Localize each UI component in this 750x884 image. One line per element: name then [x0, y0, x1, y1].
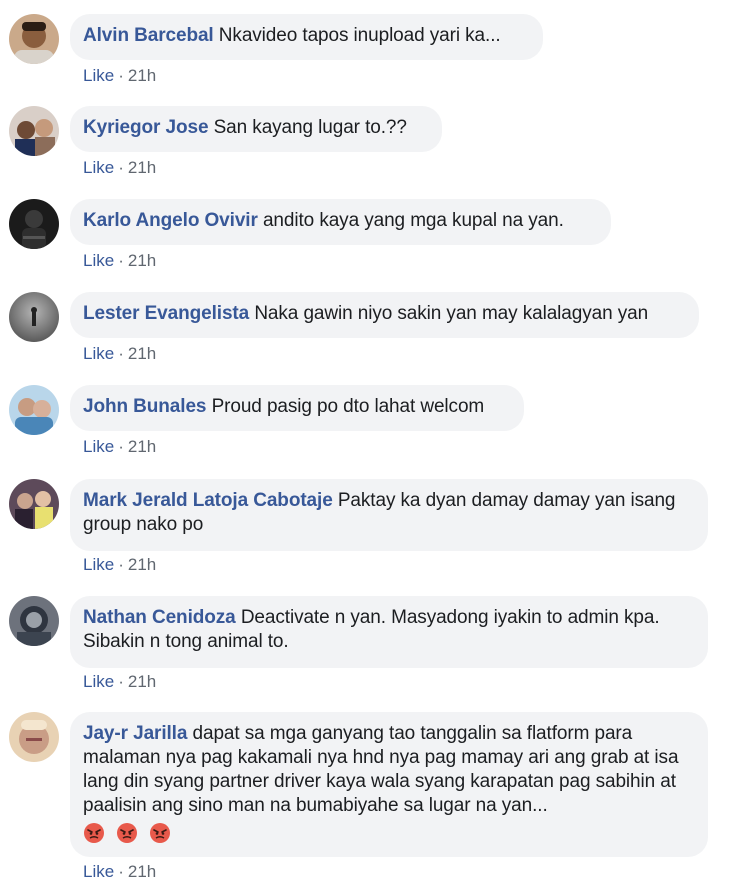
comment-timestamp[interactable]: 21h: [128, 158, 156, 177]
comment: Karlo Angelo Ovivir andito kaya yang mga…: [0, 185, 750, 278]
comment-text: Nkavideo tapos inupload yari ka...: [218, 25, 501, 46]
comment-text: San kayang lugar to.??: [213, 117, 407, 138]
avatar[interactable]: [9, 712, 59, 762]
comment-bubble: Alvin Barcebal Nkavideo tapos inupload y…: [70, 14, 543, 60]
comment-bubble: Mark Jerald Latoja Cabotaje Paktay ka dy…: [70, 479, 708, 551]
comment: Jay-r Jarilla dapat sa mga ganyang tao t…: [0, 700, 750, 884]
like-link[interactable]: Like: [83, 66, 114, 85]
comment-timestamp[interactable]: 21h: [128, 66, 156, 85]
comment-actions: Like · 21h: [83, 672, 156, 692]
comment-actions: Like · 21h: [83, 437, 156, 457]
avatar[interactable]: [9, 292, 59, 342]
comment-timestamp[interactable]: 21h: [128, 251, 156, 270]
comment-text: Naka gawin niyo sakin yan may kalalagyan…: [254, 303, 649, 324]
emoji-row: [83, 820, 694, 846]
comment: Alvin Barcebal Nkavideo tapos inupload y…: [0, 0, 750, 92]
comment-bubble: Karlo Angelo Ovivir andito kaya yang mga…: [70, 199, 611, 245]
comment: Lester Evangelista Naka gawin niyo sakin…: [0, 278, 750, 371]
comment-timestamp[interactable]: 21h: [128, 344, 156, 363]
angry-face-emoji: [150, 823, 171, 843]
comment-author[interactable]: John Bunales: [83, 396, 206, 417]
comment-bubble: Nathan Cenidoza Deactivate n yan. Masyad…: [70, 596, 708, 668]
comment-bubble: Jay-r Jarilla dapat sa mga ganyang tao t…: [70, 712, 708, 857]
comment-bubble: John Bunales Proud pasig po dto lahat we…: [70, 385, 524, 431]
like-link[interactable]: Like: [83, 437, 114, 456]
comment-author[interactable]: Nathan Cenidoza: [83, 607, 236, 628]
like-link[interactable]: Like: [83, 251, 114, 270]
comment-author[interactable]: Lester Evangelista: [83, 303, 249, 324]
comment-actions: Like · 21h: [83, 251, 156, 271]
separator: ·: [118, 344, 124, 363]
avatar[interactable]: [9, 596, 59, 646]
comment-timestamp[interactable]: 21h: [128, 555, 156, 574]
separator: ·: [118, 158, 124, 177]
comment-timestamp[interactable]: 21h: [128, 862, 156, 881]
separator: ·: [118, 555, 124, 574]
avatar[interactable]: [9, 479, 59, 529]
avatar[interactable]: [9, 14, 59, 64]
comment-author[interactable]: Karlo Angelo Ovivir: [83, 210, 258, 231]
comment: John Bunales Proud pasig po dto lahat we…: [0, 371, 750, 465]
separator: ·: [118, 66, 124, 85]
comment-actions: Like · 21h: [83, 66, 156, 86]
like-link[interactable]: Like: [83, 672, 114, 691]
comment-timestamp[interactable]: 21h: [128, 672, 156, 691]
comment-author[interactable]: Kyriegor Jose: [83, 117, 209, 138]
comment-text: Proud pasig po dto lahat welcom: [211, 396, 485, 417]
comment: Nathan Cenidoza Deactivate n yan. Masyad…: [0, 584, 750, 700]
comment-actions: Like · 21h: [83, 158, 156, 178]
avatar[interactable]: [9, 199, 59, 249]
comment-actions: Like · 21h: [83, 555, 156, 575]
separator: ·: [118, 437, 124, 456]
angry-face-emoji: [117, 823, 138, 843]
like-link[interactable]: Like: [83, 555, 114, 574]
separator: ·: [118, 251, 124, 270]
comment: Kyriegor Jose San kayang lugar to.?? Lik…: [0, 92, 750, 185]
comment-timestamp[interactable]: 21h: [128, 437, 156, 456]
avatar[interactable]: [9, 385, 59, 435]
like-link[interactable]: Like: [83, 158, 114, 177]
separator: ·: [118, 862, 124, 881]
like-link[interactable]: Like: [83, 862, 114, 881]
comment-actions: Like · 21h: [83, 862, 156, 882]
comment: Mark Jerald Latoja Cabotaje Paktay ka dy…: [0, 465, 750, 584]
avatar[interactable]: [9, 106, 59, 156]
comment-author[interactable]: Jay-r Jarilla: [83, 723, 187, 744]
angry-face-emoji: [84, 823, 104, 843]
comment-actions: Like · 21h: [83, 344, 156, 364]
comment-author[interactable]: Mark Jerald Latoja Cabotaje: [83, 490, 333, 511]
comment-bubble: Lester Evangelista Naka gawin niyo sakin…: [70, 292, 699, 338]
comment-text: andito kaya yang mga kupal na yan.: [262, 210, 564, 231]
separator: ·: [118, 672, 124, 691]
like-link[interactable]: Like: [83, 344, 114, 363]
comment-bubble: Kyriegor Jose San kayang lugar to.??: [70, 106, 442, 152]
comment-author[interactable]: Alvin Barcebal: [83, 25, 214, 46]
